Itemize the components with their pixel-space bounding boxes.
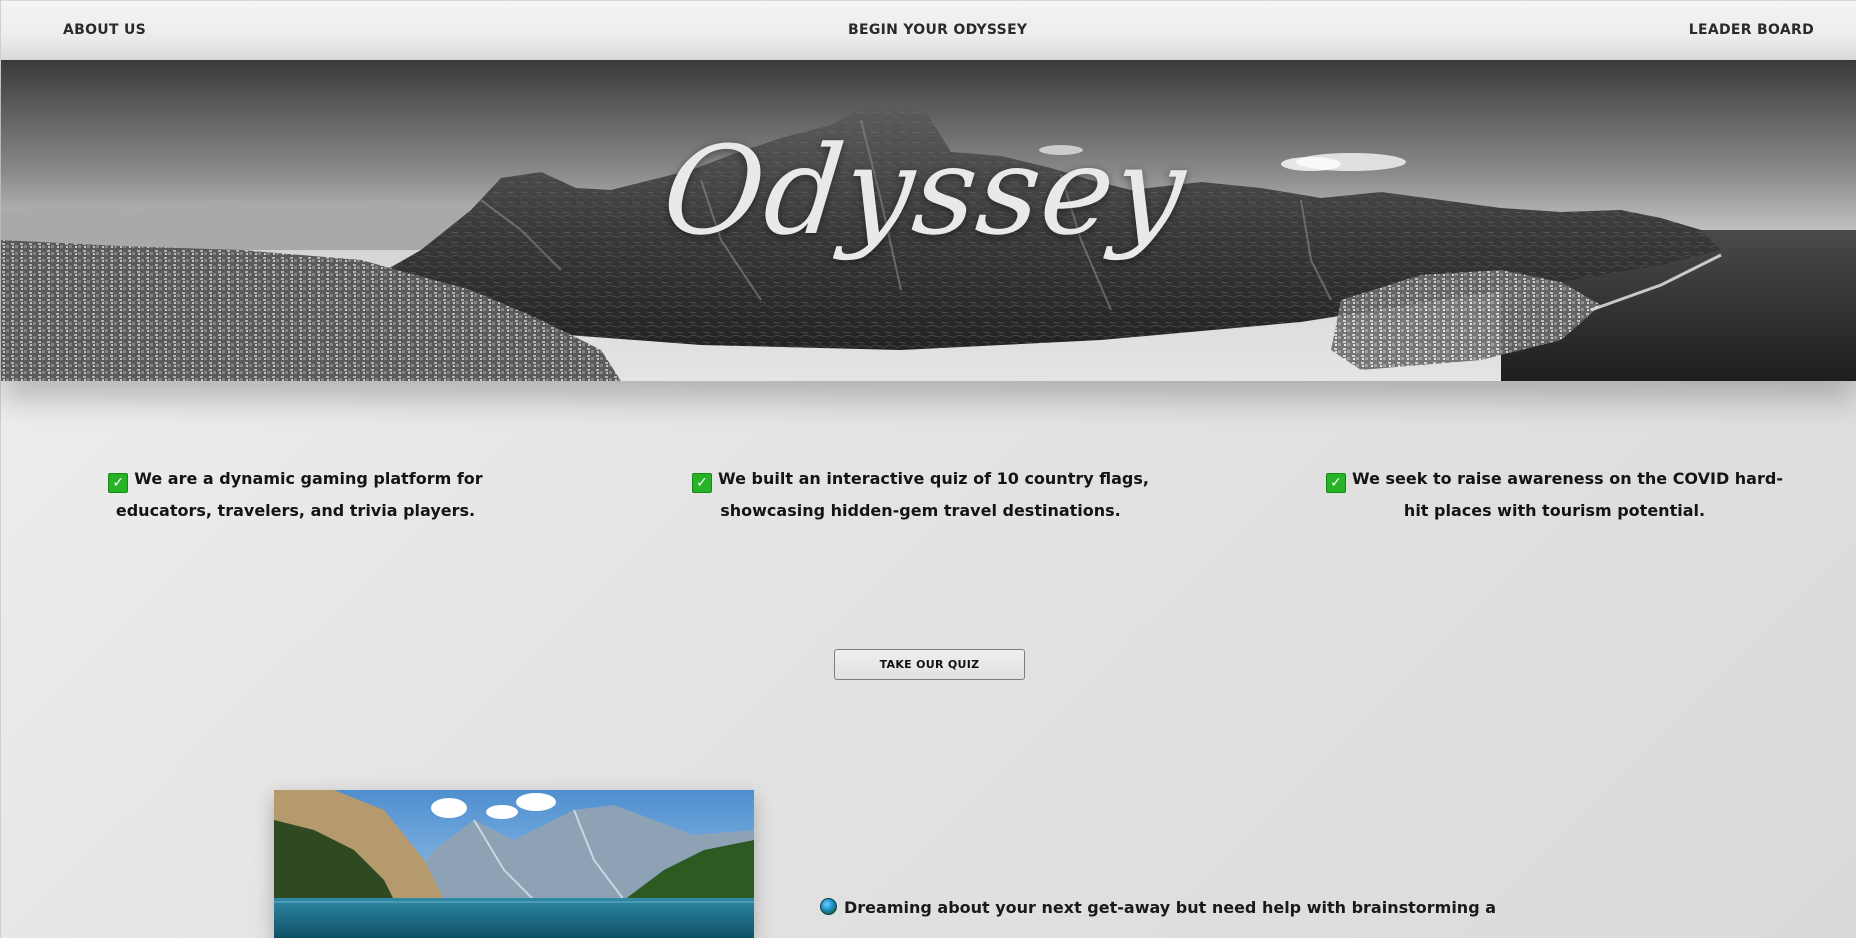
nav-begin-your-odyssey[interactable]: BEGIN YOUR ODYSSEY xyxy=(848,22,1027,38)
lake-mountain-image xyxy=(274,790,754,938)
nav-leader-board[interactable]: LEADER BOARD xyxy=(1689,22,1814,38)
hero-banner: Odyssey xyxy=(1,60,1856,381)
hero-title: Odyssey xyxy=(656,120,1193,262)
feature-item: ✓ We built an interactive quiz of 10 coun… xyxy=(654,463,1187,527)
take-quiz-button[interactable]: TAKE OUR QUIZ xyxy=(834,649,1025,680)
dream-bullet: Dreaming about your next get-away but ne… xyxy=(820,898,1496,917)
feature-text: We built an interactive quiz of 10 count… xyxy=(718,469,1149,520)
top-nav: ABOUT US BEGIN YOUR ODYSSEY LEADER BOARD xyxy=(1,0,1856,60)
feature-text: We seek to raise awareness on the COVID … xyxy=(1352,469,1783,520)
feature-item: ✓ We seek to raise awareness on the COVID… xyxy=(1320,463,1789,527)
nav-about-us[interactable]: ABOUT US xyxy=(63,22,146,38)
feature-item: ✓ We are a dynamic gaming platform for ed… xyxy=(62,463,529,527)
globe-icon xyxy=(820,898,837,915)
check-box-icon: ✓ xyxy=(692,473,713,493)
check-box-icon: ✓ xyxy=(108,473,129,493)
dream-text: Dreaming about your next get-away but ne… xyxy=(844,898,1497,917)
lake-image-graphic xyxy=(274,790,754,938)
feature-text: We are a dynamic gaming platform for edu… xyxy=(115,469,483,520)
check-box-icon: ✓ xyxy=(1326,473,1347,493)
